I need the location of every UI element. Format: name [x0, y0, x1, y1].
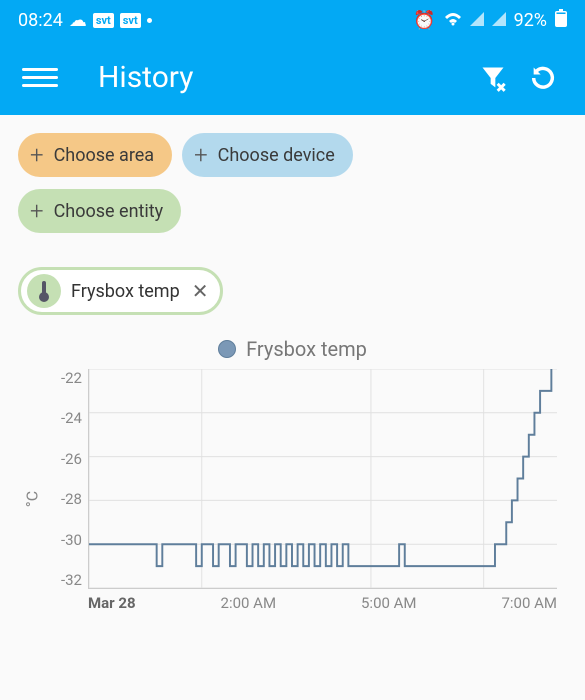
chart-svg	[89, 369, 557, 588]
choose-area-chip[interactable]: + Choose area	[18, 133, 172, 177]
chip-label: Frysbox temp	[71, 281, 180, 302]
plus-icon: +	[194, 141, 208, 169]
status-bar: 08:24 ☁ svt svt ⏰ 92%	[0, 0, 585, 40]
hamburger-icon	[22, 68, 58, 71]
chart-legend: Frysbox temp	[18, 337, 567, 361]
choose-entity-chip[interactable]: + Choose entity	[18, 189, 181, 233]
menu-button[interactable]	[22, 60, 58, 96]
remove-chip-button[interactable]: ✕	[192, 279, 209, 303]
y-axis-labels: -22 -24 -26 -28 -30 -32	[48, 369, 82, 589]
status-right: ⏰ 92%	[413, 9, 567, 32]
filter-remove-icon	[479, 64, 507, 92]
chart: °C -22 -24 -26 -28 -30 -32 Mar 28 2:00 A…	[28, 369, 567, 629]
plus-icon: +	[30, 197, 44, 225]
notification-dot	[147, 18, 152, 23]
chip-row-2: + Choose entity	[18, 189, 567, 233]
refresh-icon	[529, 64, 557, 92]
chip-row-1: + Choose area + Choose device	[18, 133, 567, 177]
svt-badge-2: svt	[120, 13, 141, 28]
wifi-icon	[444, 10, 462, 31]
alarm-icon: ⏰	[413, 10, 435, 31]
svt-badge-1: svt	[93, 13, 114, 28]
app-bar: History	[0, 40, 585, 115]
signal-icon-1	[470, 10, 484, 31]
signal-icon-2	[492, 10, 506, 31]
chip-label: Choose area	[54, 145, 155, 166]
refresh-button[interactable]	[523, 58, 563, 98]
status-left: 08:24 ☁ svt svt	[18, 10, 152, 31]
chip-label: Choose entity	[54, 201, 164, 222]
selected-entity-chip[interactable]: Frysbox temp ✕	[18, 267, 223, 315]
close-icon: ✕	[192, 279, 209, 303]
filter-button[interactable]	[473, 58, 513, 98]
status-time: 08:24	[18, 10, 63, 31]
legend-label: Frysbox temp	[246, 337, 367, 361]
cloud-icon: ☁	[69, 10, 87, 31]
page-title: History	[98, 60, 463, 95]
thermometer-icon	[27, 274, 61, 308]
chip-label: Choose device	[218, 145, 335, 166]
plot-area[interactable]	[88, 369, 557, 589]
x-axis-labels: Mar 28 2:00 AM 5:00 AM 7:00 AM	[88, 594, 557, 612]
legend-marker	[218, 340, 236, 358]
plus-icon: +	[30, 141, 44, 169]
y-axis-unit: °C	[23, 491, 42, 507]
content: + Choose area + Choose device + Choose e…	[0, 115, 585, 647]
battery-percent: 92%	[514, 10, 547, 31]
choose-device-chip[interactable]: + Choose device	[182, 133, 353, 177]
battery-icon	[555, 9, 567, 32]
